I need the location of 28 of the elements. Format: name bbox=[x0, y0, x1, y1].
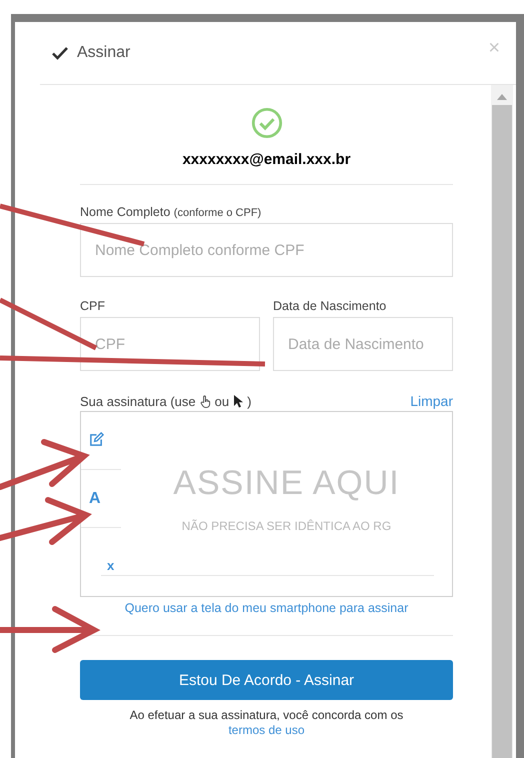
field-label: Nome Completo (conforme o CPF) bbox=[80, 205, 262, 219]
checkmark-icon bbox=[52, 46, 68, 60]
input-field[interactable]: CPF bbox=[80, 317, 260, 371]
cursor-arrow-icon bbox=[233, 394, 244, 408]
input-field[interactable]: Data de Nascimento bbox=[273, 317, 453, 371]
field-label: Data de Nascimento bbox=[273, 299, 388, 313]
signature-pad[interactable]: A ASSINE AQUI NÃO PRECISA SER IDÊNTICA AO RG x bbox=[80, 411, 453, 597]
input-field[interactable]: Nome Completo conforme CPF bbox=[80, 223, 453, 277]
type-mode-button[interactable]: A bbox=[81, 470, 121, 528]
scrollbar[interactable] bbox=[491, 85, 513, 758]
signature-label: ou bbox=[214, 394, 230, 408]
clear-link[interactable]: Limpar bbox=[410, 393, 453, 409]
submit-button[interactable]: Estou De Acordo - Assinar bbox=[80, 660, 453, 700]
watermark-subtext: NÃO PRECISA SER IDÊNTICA AO RG bbox=[182, 519, 392, 533]
signer-email: xxxxxxxx@email.xxx.br bbox=[181, 151, 352, 168]
baseline-mark: x bbox=[107, 558, 114, 573]
edit-icon bbox=[89, 432, 104, 446]
signature-label: Sua assinatura (use bbox=[80, 394, 196, 408]
hand-pointer-icon bbox=[200, 394, 211, 408]
watermark-text: ASSINE AQUI bbox=[173, 464, 400, 503]
success-check-icon bbox=[250, 107, 282, 139]
field-label: CPF bbox=[80, 299, 106, 313]
dialog-title: Assinar bbox=[77, 44, 130, 62]
signature-label: ) bbox=[247, 394, 252, 408]
terms-note: Ao efetuar a sua assinatura, você concorda com os bbox=[130, 708, 404, 722]
terms-link[interactable]: termos de uso bbox=[228, 723, 305, 737]
smartphone-link[interactable]: Quero usar a tela do meu smartphone para assinar bbox=[124, 601, 408, 615]
scroll-up-icon bbox=[497, 94, 507, 100]
